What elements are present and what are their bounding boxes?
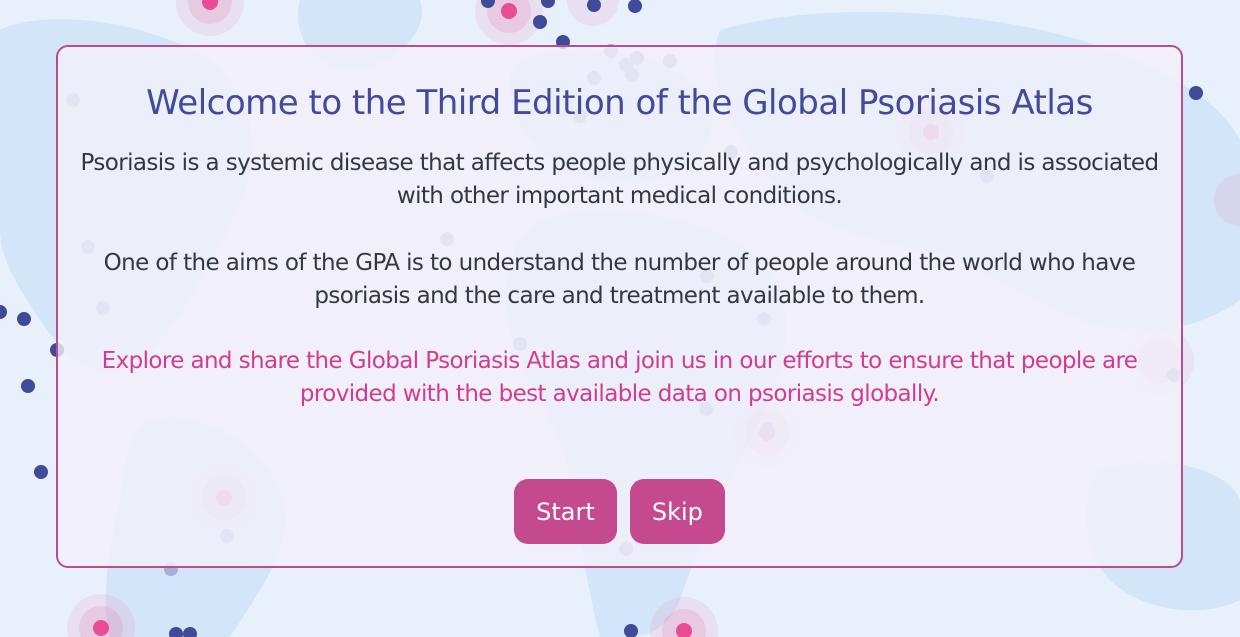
- start-button[interactable]: Start: [514, 479, 617, 544]
- intro-paragraph: Psoriasis is a systemic disease that aff…: [80, 150, 1160, 209]
- map-marker-navy: [1189, 86, 1203, 100]
- map-marker-navy: [21, 379, 35, 393]
- welcome-dialog: Welcome to the Third Edition of the Glob…: [56, 45, 1183, 568]
- map-marker-pink: [176, 0, 244, 36]
- map-marker-navy: [34, 465, 48, 479]
- map-marker-navy: [533, 15, 547, 29]
- skip-button[interactable]: Skip: [629, 479, 725, 544]
- map-marker-navy: [628, 0, 642, 13]
- map-marker-navy: [0, 305, 7, 319]
- aims-paragraph: One of the aims of the GPA is to underst…: [103, 250, 1136, 309]
- call-to-action-paragraph: Explore and share the Global Psoriasis A…: [101, 348, 1138, 407]
- map-marker-navy: [541, 0, 555, 8]
- dialog-button-row: Start Skip: [58, 479, 1181, 544]
- map-marker-navy: [17, 312, 31, 326]
- dialog-title: Welcome to the Third Edition of the Glob…: [146, 83, 1093, 123]
